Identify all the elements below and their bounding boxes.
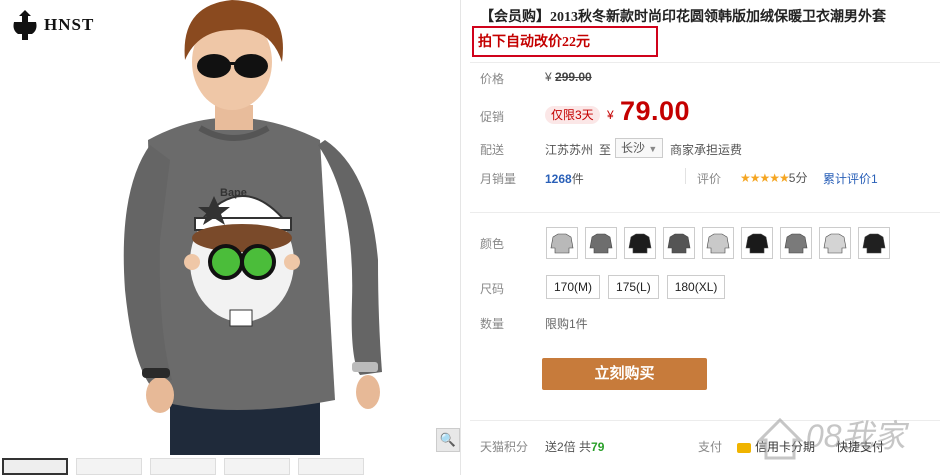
color-swatch[interactable]	[663, 227, 695, 259]
size-options: 170(M) 175(L) 180(XL)	[546, 275, 726, 299]
payment-label: 支付	[698, 440, 723, 454]
divider	[685, 168, 686, 184]
rating-score: 5分	[788, 171, 808, 185]
sweater-thumb-icon	[589, 233, 613, 254]
divider	[470, 62, 940, 63]
divider	[470, 212, 940, 213]
destination-value: 长沙	[621, 141, 646, 155]
color-swatch[interactable]	[780, 227, 812, 259]
product-gallery: Bape HNST 🔍	[0, 0, 460, 475]
sweater-thumb-icon	[550, 233, 574, 254]
thumbnail[interactable]	[2, 458, 68, 475]
product-title: 【会员购】2013秋冬新款时尚印花圆领韩版加绒保暖卫衣潮男外套	[480, 10, 886, 25]
points-text: 送2倍 共	[545, 440, 592, 454]
sweater-thumb-icon	[784, 233, 808, 254]
thumbnail[interactable]	[150, 458, 216, 475]
limited-time-badge: 仅限3天	[545, 106, 600, 124]
sweater-thumb-icon	[745, 233, 769, 254]
promo-price: 79.00	[620, 96, 691, 126]
size-option[interactable]: 170(M)	[546, 275, 601, 299]
quantity-label: 数量	[480, 317, 505, 331]
size-label: 尺码	[480, 282, 505, 296]
rating-label: 评价	[697, 172, 722, 186]
monthly-sales-label: 月销量	[480, 172, 517, 186]
thumbnail[interactable]	[224, 458, 290, 475]
points-value: 79	[591, 440, 605, 454]
buy-now-button[interactable]: 立刻购买	[542, 358, 707, 390]
promotion-label: 促销	[480, 110, 505, 124]
monthly-sales: 1268件	[545, 170, 584, 187]
sales-unit: 件	[571, 172, 584, 186]
promo-note: 拍下自动改价22元	[478, 35, 590, 50]
chevron-down-icon: ▼	[648, 144, 658, 154]
column-divider	[460, 0, 461, 475]
brand-name: HNST	[44, 15, 95, 34]
color-swatch[interactable]	[819, 227, 851, 259]
thumbnail[interactable]	[298, 458, 364, 475]
destination-select[interactable]: 长沙 ▼	[615, 138, 664, 158]
color-swatch[interactable]	[624, 227, 656, 259]
sweater-thumb-icon	[706, 233, 730, 254]
original-price-value: 299.00	[555, 70, 592, 84]
reviews-link[interactable]: 累计评价1	[823, 170, 878, 187]
sweater-thumb-icon	[823, 233, 847, 254]
color-label: 颜色	[480, 237, 505, 251]
sales-count: 1268	[545, 172, 572, 186]
ship-to-word: 至	[599, 143, 612, 157]
rating: ★★★★★5分	[740, 169, 807, 186]
color-swatch[interactable]	[546, 227, 578, 259]
size-option[interactable]: 180(XL)	[666, 275, 726, 299]
original-price: ¥ 299.00	[545, 70, 592, 84]
thumbnail-strip	[0, 458, 462, 475]
color-swatch[interactable]	[702, 227, 734, 259]
color-swatch[interactable]	[741, 227, 773, 259]
brand-logo: HNST	[10, 8, 94, 42]
svg-text:Bape: Bape	[220, 187, 247, 199]
color-swatch[interactable]	[858, 227, 890, 259]
color-swatches	[546, 227, 890, 259]
magnifier-icon[interactable]: 🔍	[436, 428, 460, 452]
brand-emblem-icon	[13, 10, 37, 40]
watermark-text: 08我家	[806, 418, 910, 454]
promo-currency-symbol: ¥	[607, 108, 614, 122]
site-watermark: 08我家	[756, 417, 910, 460]
thumbnail[interactable]	[76, 458, 142, 475]
price-label: 价格	[480, 72, 505, 86]
sweater-thumb-icon	[667, 233, 691, 254]
model-photo: Bape	[0, 0, 460, 455]
sweater-thumb-icon	[862, 233, 886, 254]
points-label: 天猫积分	[480, 440, 529, 454]
ship-from: 江苏苏州	[545, 143, 594, 157]
quantity-limit: 限购1件	[545, 317, 588, 331]
main-product-image[interactable]: Bape HNST	[0, 0, 460, 455]
sweater-thumb-icon	[628, 233, 652, 254]
shipping-label: 配送	[480, 143, 505, 157]
shipping-note: 商家承担运费	[670, 143, 743, 157]
points-info: 送2倍 共79	[545, 438, 604, 455]
currency-symbol: ¥	[545, 70, 552, 84]
color-swatch[interactable]	[585, 227, 617, 259]
star-rating-icon: ★★★★★	[740, 171, 790, 185]
size-option[interactable]: 175(L)	[608, 275, 659, 299]
